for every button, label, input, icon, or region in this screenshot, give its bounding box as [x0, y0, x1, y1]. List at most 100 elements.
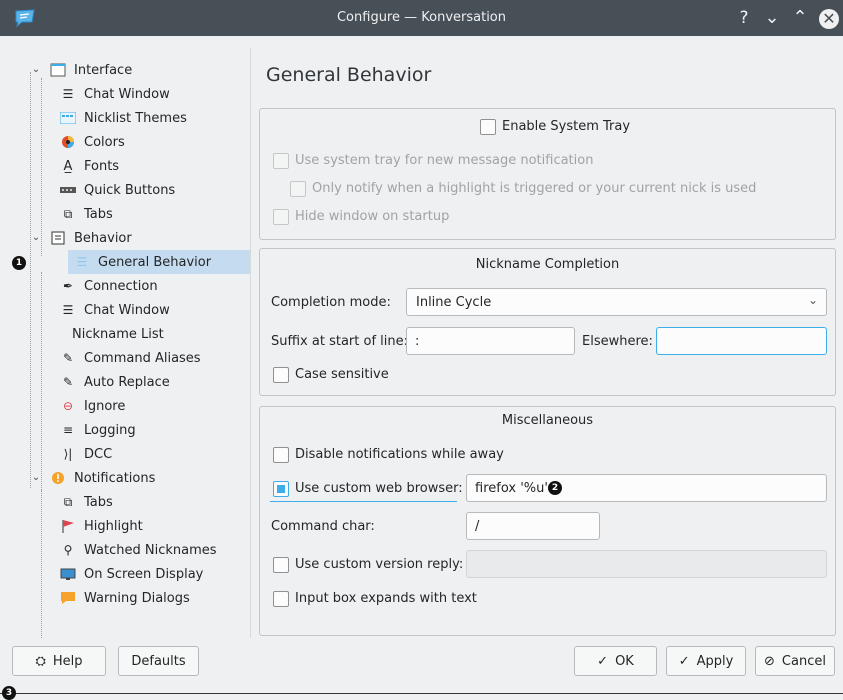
tree-label: Chat Window — [84, 302, 170, 318]
chat-window-icon: ☰ — [62, 303, 74, 317]
enable-system-tray-checkbox[interactable] — [480, 119, 496, 135]
disable-notifications-away-label: Disable notifications while away — [295, 447, 504, 462]
tree-item-colors[interactable]: Colors — [10, 130, 250, 154]
general-behavior-icon: ☰ — [76, 255, 88, 269]
tree-item-behavior[interactable]: Behavior — [10, 226, 250, 250]
tree-label: Colors — [84, 134, 125, 150]
completion-mode-select[interactable]: Inline Cycle ⌄ — [406, 288, 827, 316]
quick-buttons-icon — [60, 182, 76, 198]
nicklist-themes-icon — [60, 110, 76, 126]
tree-label: On Screen Display — [84, 566, 204, 582]
window-icon — [50, 62, 66, 78]
tree-item-notifications[interactable]: Notifications — [10, 466, 250, 490]
disable-notifications-away-checkbox[interactable] — [273, 447, 289, 463]
tree-item-tabs[interactable]: ⧉ Tabs — [10, 202, 250, 226]
tree-label: Tabs — [84, 206, 113, 222]
tree-item-command-aliases[interactable]: ✎ Command Aliases — [10, 346, 250, 370]
suffix-start-label: Suffix at start of line: — [271, 334, 408, 349]
pen-icon: ✎ — [62, 375, 74, 389]
bottom-border — [0, 693, 843, 694]
suffix-start-input[interactable]: : — [406, 327, 575, 355]
tree-label: Tabs — [84, 494, 113, 510]
hide-on-startup-checkbox[interactable] — [273, 209, 289, 225]
tree-item-quick-buttons[interactable]: Quick Buttons — [10, 178, 250, 202]
notifications-icon — [50, 470, 66, 486]
tree-item-general-behavior[interactable]: ☰ General Behavior — [68, 250, 250, 274]
command-char-label: Command char: — [271, 519, 375, 534]
tree-label: Fonts — [84, 158, 120, 174]
maximize-icon[interactable]: ⌃ — [788, 6, 812, 30]
case-sensitive-checkbox[interactable] — [273, 367, 289, 383]
custom-version-reply-checkbox[interactable] — [273, 557, 289, 573]
tree-item-watched-nicknames[interactable]: ⚲ Watched Nicknames — [10, 538, 250, 562]
hide-on-startup-label: Hide window on startup — [295, 209, 450, 224]
tree-item-warning-dialogs[interactable]: Warning Dialogs — [10, 586, 250, 610]
tree-item-on-screen-display[interactable]: On Screen Display — [10, 562, 250, 586]
tree-item-behavior-chat-window[interactable]: ☰ Chat Window — [10, 298, 250, 322]
settings-tree: ⌄ Interface ☰ Chat Window Nicklist Theme… — [10, 48, 250, 638]
marker-1: 1 — [12, 256, 26, 270]
tree-item-logging[interactable]: ≡ Logging — [10, 418, 250, 442]
monitor-icon — [60, 566, 76, 582]
tree-item-connection[interactable]: ✒ Connection — [10, 274, 250, 298]
tree-label: General Behavior — [98, 254, 212, 270]
input-expands-checkbox[interactable] — [273, 591, 289, 607]
chat-window-icon: ☰ — [62, 87, 74, 101]
custom-version-reply-label: Use custom version reply: — [295, 557, 464, 572]
enable-system-tray-label: Enable System Tray — [502, 119, 631, 134]
only-notify-highlight-checkbox[interactable] — [290, 181, 306, 197]
tree-item-nicklist-themes[interactable]: Nicklist Themes — [10, 106, 250, 130]
connection-icon: ✒ — [62, 279, 74, 293]
input-expands-label: Input box expands with text — [295, 591, 477, 606]
custom-web-browser-input[interactable]: firefox '%u' — [466, 474, 827, 502]
tree-label: Logging — [84, 422, 136, 438]
tree-label: Quick Buttons — [84, 182, 176, 198]
tree-item-interface[interactable]: Interface — [10, 58, 250, 82]
tree-label: Notifications — [74, 470, 156, 486]
tree-item-notif-tabs[interactable]: ⧉ Tabs — [10, 490, 250, 514]
custom-web-browser-checkbox[interactable] — [273, 481, 289, 497]
marker-3: 3 — [2, 686, 16, 700]
tree-label: Behavior — [74, 230, 132, 246]
ignore-icon: ⊖ — [62, 399, 74, 413]
command-char-input[interactable]: / — [466, 512, 600, 540]
tree-label: Connection — [84, 278, 158, 294]
tree-item-nickname-list[interactable]: Nickname List — [10, 322, 250, 346]
close-icon[interactable]: ✕ — [819, 9, 839, 29]
completion-mode-value: Inline Cycle — [416, 295, 492, 310]
tree-label: Warning Dialogs — [84, 590, 190, 606]
miscellaneous-group: Miscellaneous Disable notifications whil… — [259, 406, 836, 636]
tree-item-chat-window[interactable]: ☰ Chat Window — [10, 82, 250, 106]
minimize-icon[interactable]: ⌄ — [760, 6, 784, 30]
tree-item-auto-replace[interactable]: ✎ Auto Replace — [10, 370, 250, 394]
tree-item-highlight[interactable]: Highlight — [10, 514, 250, 538]
window-title: Configure — Konversation — [336, 10, 507, 25]
cancel-icon: ⊘ — [764, 653, 775, 669]
help-icon[interactable]: ? — [732, 6, 756, 30]
colors-icon — [60, 134, 76, 150]
dcc-icon: ⟩| — [63, 447, 73, 461]
case-sensitive-label: Case sensitive — [295, 367, 389, 382]
elsewhere-input[interactable] — [656, 327, 827, 355]
apply-button[interactable]: ✓ Apply — [666, 646, 746, 676]
tabs-icon: ⧉ — [63, 206, 73, 221]
chevron-down-icon: ⌄ — [807, 293, 818, 307]
custom-version-reply-input[interactable] — [466, 550, 827, 578]
tree-item-fonts[interactable]: A̲ Fonts — [10, 154, 250, 178]
defaults-button-label: Defaults — [131, 653, 186, 669]
defaults-button[interactable]: Defaults — [118, 646, 199, 676]
ok-button-label: OK — [615, 653, 634, 669]
tree-item-ignore[interactable]: ⊖ Ignore — [10, 394, 250, 418]
help-button[interactable]: ⛭ Help — [12, 646, 106, 676]
only-notify-highlight-label: Only notify when a highlight is triggere… — [312, 181, 757, 196]
checkmark-icon: ✓ — [597, 653, 609, 669]
help-button-label: Help — [52, 653, 83, 669]
page-title: General Behavior — [266, 64, 432, 86]
tree-item-dcc[interactable]: ⟩| DCC — [10, 442, 250, 466]
cancel-button[interactable]: ⊘ Cancel — [755, 646, 835, 676]
tray-message-notification-checkbox[interactable] — [273, 153, 289, 169]
tree-label: DCC — [84, 446, 113, 462]
ok-button[interactable]: ✓ OK — [574, 646, 657, 676]
tree-label: Auto Replace — [84, 374, 170, 390]
marker-2: 2 — [548, 481, 562, 495]
